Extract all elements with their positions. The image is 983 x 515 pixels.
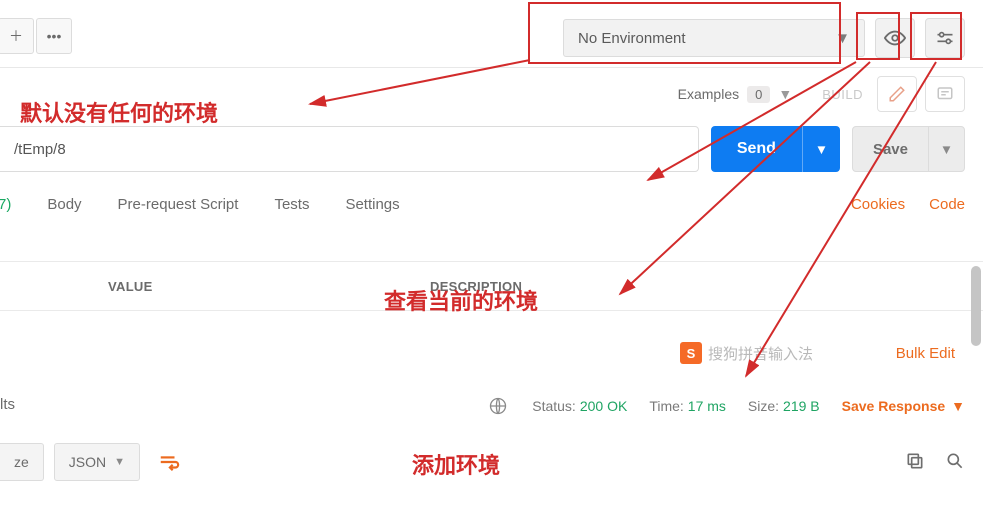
network-icon[interactable] [486,394,510,418]
caret-down-icon: ▼ [835,30,850,47]
edit-button[interactable] [877,76,917,112]
tab-fragment: 7) [0,196,11,213]
results-fragment: lts [0,396,15,413]
caret-down-icon: ▼ [940,142,953,157]
params-table-header: VALUE DESCRIPTION [0,261,983,311]
ime-text: 搜狗拼音输入法 [708,343,813,364]
url-text: /tEmp/8 [14,141,66,158]
ime-indicator: S 搜狗拼音输入法 [680,342,813,364]
save-response-label: Save Response [842,398,946,414]
size-value: 219 B [783,398,820,414]
tab-settings[interactable]: Settings [345,196,399,213]
bulk-edit-link[interactable]: Bulk Edit [896,345,955,362]
tab-body[interactable]: Body [47,196,81,213]
save-button[interactable]: Save [852,126,929,172]
status-block: Status:200 OK [532,398,627,414]
caret-down-icon: ▼ [951,398,965,414]
manage-environments-button[interactable] [925,18,965,58]
wrap-lines-button[interactable] [150,443,188,481]
examples-count: 0 [747,86,770,103]
search-icon [945,451,965,471]
column-value: VALUE [0,279,430,294]
save-response-dropdown[interactable]: Save Response ▼ [842,398,965,414]
eye-icon [884,27,906,49]
environment-label: No Environment [578,30,686,47]
search-response-button[interactable] [945,451,965,474]
environment-selector[interactable]: No Environment ▼ [563,19,865,57]
wrap-icon [158,451,180,473]
code-link[interactable]: Code [929,196,965,213]
comment-icon [936,85,954,103]
comment-button[interactable] [925,76,965,112]
tab-prerequest[interactable]: Pre-request Script [118,196,239,213]
status-value: 200 OK [580,398,627,414]
send-button[interactable]: Send [711,126,802,172]
caret-down-icon: ▼ [778,86,792,102]
caret-down-icon: ▼ [815,142,828,157]
save-options-button[interactable]: ▼ [929,126,965,172]
time-value: 17 ms [688,398,726,414]
send-options-button[interactable]: ▼ [802,126,840,172]
url-input[interactable]: /tEmp/8 [0,126,699,172]
copy-response-button[interactable] [905,451,925,474]
build-label: BUILD [822,87,863,102]
tab-tests[interactable]: Tests [274,196,309,213]
environment-quicklook-button[interactable] [875,18,915,58]
caret-down-icon: ▼ [114,456,125,468]
ime-icon: S [680,342,702,364]
examples-label: Examples [678,86,739,102]
scrollbar[interactable] [971,266,981,346]
visualize-fragment[interactable]: ze [0,443,44,481]
time-label: Time: [649,398,683,414]
column-description: DESCRIPTION [430,279,983,294]
size-block: Size:219 B [748,398,820,414]
new-tab-button[interactable]: ＋ [0,18,34,54]
cookies-link[interactable]: Cookies [851,196,905,213]
time-block: Time: 17 ms [649,398,726,414]
size-label: Size: [748,398,779,414]
examples-dropdown[interactable]: Examples 0 ▼ [678,86,793,103]
body-format-dropdown[interactable]: JSON ▼ [54,443,140,481]
sliders-icon [935,28,955,48]
pencil-icon [888,85,906,103]
status-label: Status: [532,398,576,414]
copy-icon [905,451,925,471]
body-format-label: JSON [69,454,106,470]
more-tabs-button[interactable]: ••• [36,18,72,54]
